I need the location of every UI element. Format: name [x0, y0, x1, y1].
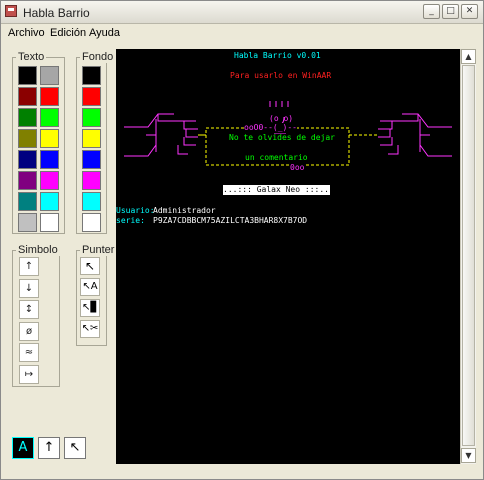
art-top-line: ooO0--(_)-- — [244, 123, 297, 133]
text-color-group: Texto — [12, 51, 65, 234]
background-color-swatch[interactable] — [82, 171, 101, 190]
background-color-swatch[interactable] — [82, 192, 101, 211]
pointer-arrow-button[interactable]: ↖ — [80, 257, 100, 275]
serie-value: P9ZA7CDBBCM75AZILCTA3BHAR8X7B7OD — [153, 216, 308, 225]
window-title: Habla Barrio — [23, 6, 90, 20]
symbol-button[interactable]: ↑ — [19, 257, 39, 276]
symbol-button[interactable]: ≈ — [19, 343, 39, 362]
text-color-swatch[interactable] — [40, 108, 59, 127]
art-bottom-line: 0oo — [290, 163, 305, 173]
user-label: Usuario: — [116, 206, 155, 215]
text-color-swatch[interactable] — [18, 150, 37, 169]
text-color-swatch[interactable] — [18, 66, 37, 85]
symbol-button[interactable]: ↓ — [19, 278, 39, 298]
pointer-text-button[interactable]: ↖A — [80, 278, 100, 296]
pointer-cut-button[interactable]: ↖✂ — [80, 320, 100, 338]
text-color-swatch[interactable] — [18, 192, 37, 211]
minimize-button[interactable]: _ — [423, 4, 440, 19]
text-color-swatch[interactable] — [18, 108, 37, 127]
maximize-button[interactable]: □ — [442, 4, 459, 19]
text-color-swatch[interactable] — [40, 66, 59, 85]
text-color-swatch[interactable] — [40, 87, 59, 106]
text-color-swatch[interactable] — [40, 192, 59, 211]
user-value: Administrador — [153, 206, 216, 215]
active-pointer-button[interactable]: ↖ — [64, 437, 86, 459]
active-text-color-button[interactable]: A — [12, 437, 34, 459]
text-color-title: Texto — [16, 51, 47, 63]
text-color-swatch[interactable] — [18, 129, 37, 148]
title-bar[interactable]: Habla Barrio _ □ ✕ — [1, 1, 483, 24]
background-color-swatch[interactable] — [82, 87, 101, 106]
background-color-title: Fondo — [80, 51, 116, 63]
menu-ayuda[interactable]: Ayuda — [89, 27, 120, 39]
author-badge: ...::: Galax Neo :::... — [223, 185, 334, 195]
text-color-swatch[interactable] — [18, 171, 37, 190]
vertical-scrollbar[interactable]: ▲ ▼ — [460, 49, 476, 464]
text-color-swatch[interactable] — [40, 129, 59, 148]
background-color-swatch[interactable] — [82, 108, 101, 127]
comment-message-2: un comentario — [245, 153, 308, 162]
active-symbol-button[interactable]: ↑ — [38, 437, 60, 459]
scroll-up-button[interactable]: ▲ — [461, 49, 476, 64]
face-eyes: (o o) — [269, 114, 293, 123]
text-color-swatch[interactable] — [40, 171, 59, 190]
background-color-group: Fondo — [76, 51, 116, 234]
left-hand-art — [124, 113, 198, 157]
comment-message-1: No te olvides de dejar — [229, 133, 335, 142]
text-color-swatch[interactable] — [40, 213, 59, 232]
right-hand-art — [378, 113, 452, 157]
pointer-title: Punter — [80, 244, 117, 256]
symbol-button[interactable]: ø — [19, 321, 39, 341]
scroll-down-button[interactable]: ▼ — [461, 448, 476, 463]
background-color-swatch[interactable] — [82, 129, 101, 148]
background-color-swatch[interactable] — [82, 150, 101, 169]
main-window: Habla Barrio _ □ ✕ Archivo Edición Ayuda… — [0, 0, 484, 480]
serie-label: serie: — [116, 216, 145, 225]
menu-bar: Archivo Edición Ayuda — [1, 23, 483, 42]
menu-archivo[interactable]: Archivo — [8, 27, 45, 39]
background-color-swatch[interactable] — [82, 66, 101, 85]
app-icon — [5, 5, 17, 17]
close-button[interactable]: ✕ — [461, 4, 478, 19]
ascii-canvas[interactable]: Habla Barrio v0.01 Para usarlo en WinAAR… — [116, 49, 460, 464]
background-color-swatch[interactable] — [82, 213, 101, 232]
symbol-button[interactable]: ↦ — [19, 364, 39, 384]
scroll-thumb[interactable] — [462, 65, 475, 446]
text-color-swatch[interactable] — [40, 150, 59, 169]
symbol-title: Simbolo — [16, 244, 60, 256]
text-color-swatch[interactable] — [18, 87, 37, 106]
text-color-swatch[interactable] — [18, 213, 37, 232]
symbol-button[interactable]: ↕ — [19, 300, 39, 319]
pointer-block-button[interactable]: ↖▊ — [80, 299, 100, 317]
menu-edicion[interactable]: Edición — [50, 27, 86, 39]
